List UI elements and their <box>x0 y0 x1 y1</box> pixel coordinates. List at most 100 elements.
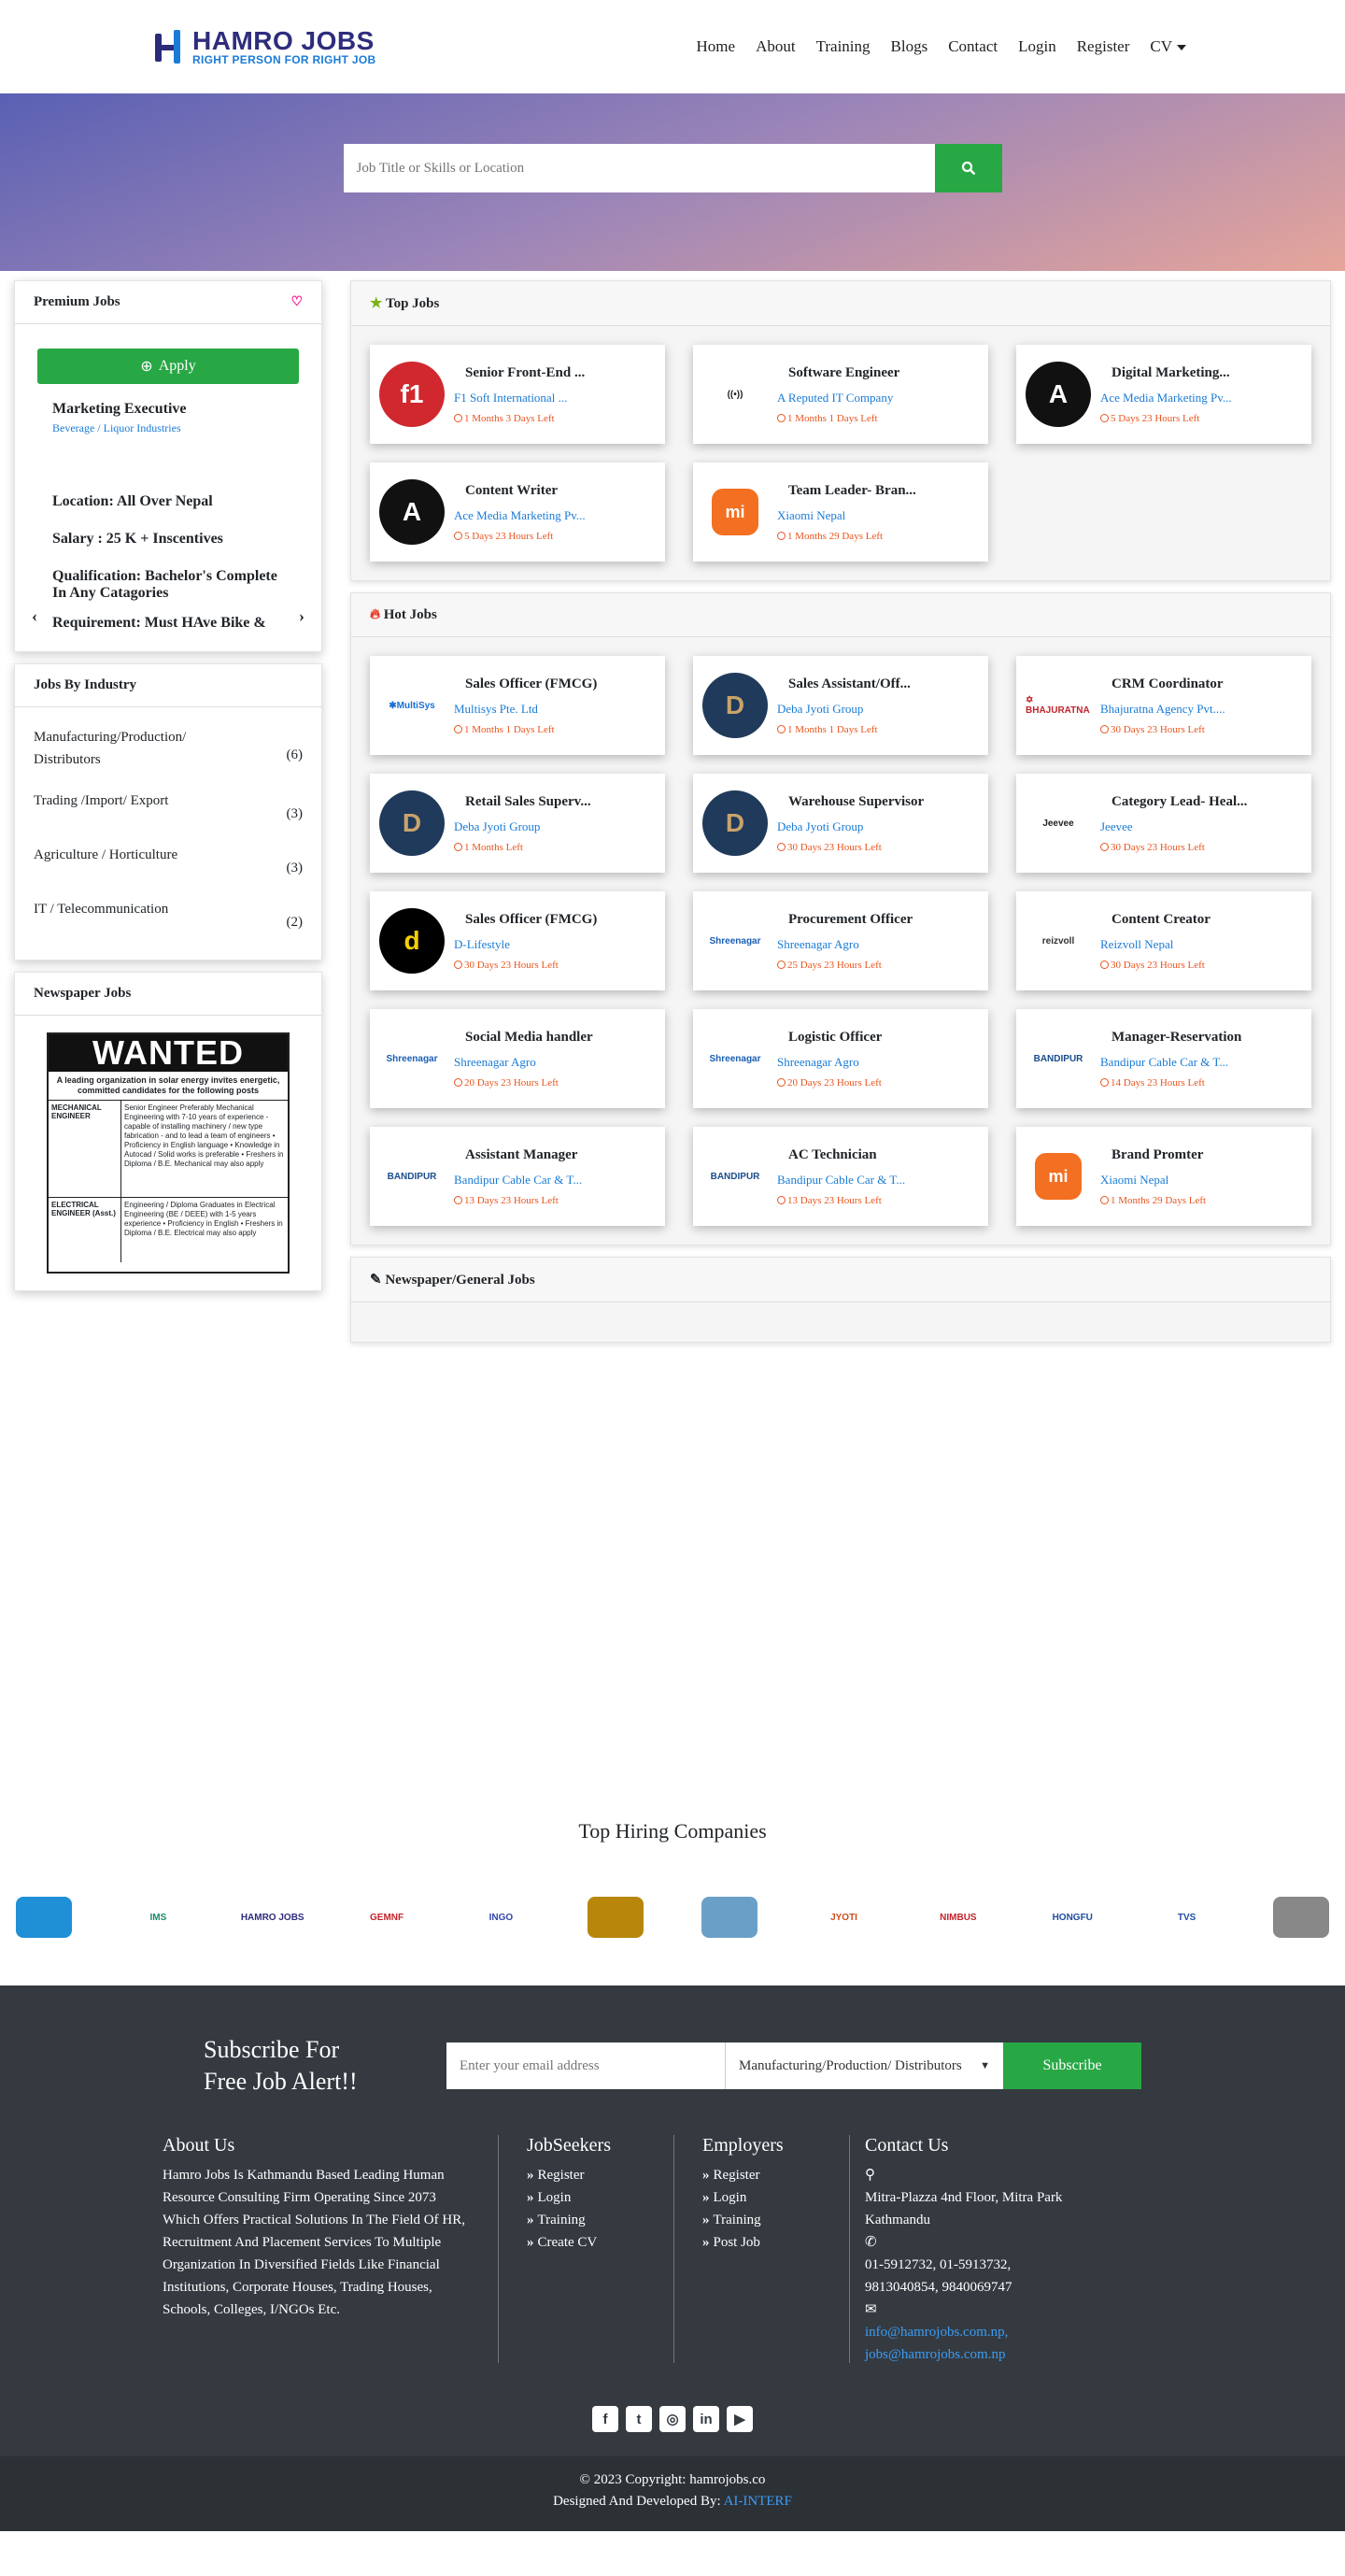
job-company[interactable]: A Reputed IT Company <box>777 391 899 406</box>
nav-training[interactable]: Training <box>816 37 871 56</box>
job-card[interactable]: ((•)) Software Engineer A Reputed IT Compa… <box>693 345 988 444</box>
job-card[interactable]: BANDIPUR Assistant Manager Bandipur Cable … <box>370 1127 665 1226</box>
subscribe-email-input[interactable] <box>446 2042 725 2089</box>
job-title[interactable]: Sales Assistant/Off... <box>777 676 911 692</box>
company-logo[interactable]: snowflake-logo <box>11 1886 77 1948</box>
job-company[interactable]: Deba Jyoti Group <box>777 702 911 717</box>
carousel-next-icon[interactable]: › <box>299 606 304 626</box>
company-logo[interactable]: lion-logo <box>583 1886 648 1948</box>
search-button[interactable] <box>934 144 1002 192</box>
industry-select[interactable]: Manufacturing/Production/ Distributors ▼ <box>725 2042 1003 2089</box>
job-title[interactable]: Procurement Officer <box>777 912 913 928</box>
job-company[interactable]: Multisys Pte. Ltd <box>454 702 597 717</box>
job-company[interactable]: Shreenagar Agro <box>454 1055 593 1070</box>
job-title[interactable]: Brand Promter <box>1100 1147 1206 1163</box>
job-card[interactable]: D Warehouse Supervisor Deba Jyoti Group 30 … <box>693 774 988 873</box>
job-title[interactable]: Category Lead- Heal... <box>1100 794 1247 810</box>
job-title[interactable]: Sales Officer (FMCG) <box>454 912 597 928</box>
job-company[interactable]: Deba Jyoti Group <box>777 819 924 834</box>
designer-link[interactable]: AI-INTERF <box>724 2494 792 2509</box>
job-card[interactable]: f1 Senior Front-End ... F1 Soft Internatio… <box>370 345 665 444</box>
job-title[interactable]: Manager-Reservation <box>1100 1030 1241 1046</box>
nav-cv-dropdown[interactable]: CV <box>1150 37 1186 56</box>
linkedin-icon[interactable]: in <box>693 2406 719 2432</box>
job-title[interactable]: Assistant Manager <box>454 1147 582 1163</box>
job-card[interactable]: A Content Writer Ace Media Marketing Pv...… <box>370 463 665 562</box>
job-card[interactable]: BANDIPUR Manager-Reservation Bandipur Cabl… <box>1016 1009 1311 1108</box>
company-logo[interactable]: GEMNF <box>354 1886 419 1948</box>
job-card[interactable]: mi Team Leader- Bran... Xiaomi Nepal 1 Mont… <box>693 463 988 562</box>
job-company[interactable]: Deba Jyoti Group <box>454 819 591 834</box>
job-company[interactable]: F1 Soft International ... <box>454 391 585 406</box>
industry-item[interactable]: Trading /Import/ Export (3) <box>34 780 303 834</box>
job-company[interactable]: Shreenagar Agro <box>777 1055 882 1070</box>
company-logo[interactable]: TVS <box>1154 1886 1220 1948</box>
industry-item[interactable]: IT / Telecommunication (2) <box>34 889 303 943</box>
facebook-icon[interactable]: f <box>592 2406 618 2432</box>
search-input[interactable] <box>343 144 935 192</box>
industry-item[interactable]: Manufacturing/Production/ Distributors (6… <box>34 717 303 780</box>
job-card[interactable]: mi Brand Promter Xiaomi Nepal 1 Months 29 D… <box>1016 1127 1311 1226</box>
job-company[interactable]: Shreenagar Agro <box>777 937 913 952</box>
job-title[interactable]: Senior Front-End ... <box>454 365 585 381</box>
job-card[interactable]: D Sales Assistant/Off... Deba Jyoti Group 1… <box>693 656 988 755</box>
footer-link-training[interactable]: » Training <box>527 2209 645 2231</box>
job-company[interactable]: Bhajuratna Agency Pvt.... <box>1100 702 1225 717</box>
job-card[interactable]: Shreenagar Social Media handler Shreenagar… <box>370 1009 665 1108</box>
job-card[interactable]: A Digital Marketing... Ace Media Marketing… <box>1016 345 1311 444</box>
job-company[interactable]: Ace Media Marketing Pv... <box>454 508 586 523</box>
job-title[interactable]: Social Media handler <box>454 1030 593 1046</box>
instagram-icon[interactable]: ◎ <box>659 2406 686 2432</box>
nav-about[interactable]: About <box>756 37 796 56</box>
job-company[interactable]: Bandipur Cable Car & T... <box>454 1173 582 1188</box>
nav-blogs[interactable]: Blogs <box>891 37 928 56</box>
job-title[interactable]: Content Writer <box>454 483 586 499</box>
nav-contact[interactable]: Contact <box>948 37 998 56</box>
footer-link-login[interactable]: » Login <box>527 2186 645 2209</box>
newspaper-ad-image[interactable]: WANTED A leading organization in solar e… <box>47 1032 290 1274</box>
job-card[interactable]: ✡ BHAJURATNA CRM Coordinator Bhajuratna Ag… <box>1016 656 1311 755</box>
footer-link-register[interactable]: » Register <box>527 2164 645 2186</box>
job-title[interactable]: Retail Sales Superv... <box>454 794 591 810</box>
company-logo[interactable]: INGO <box>468 1886 533 1948</box>
nav-login[interactable]: Login <box>1018 37 1056 56</box>
job-company[interactable]: Xiaomi Nepal <box>777 508 916 523</box>
footer-link-emp-login[interactable]: » Login <box>702 2186 821 2209</box>
company-logo[interactable]: HAMRO JOBS <box>240 1886 305 1948</box>
job-company[interactable]: Bandipur Cable Car & T... <box>1100 1055 1241 1070</box>
job-card[interactable]: Shreenagar Logistic Officer Shreenagar Agr… <box>693 1009 988 1108</box>
company-logo[interactable]: NIMBUS <box>926 1886 991 1948</box>
job-company[interactable]: Bandipur Cable Car & T... <box>777 1173 905 1188</box>
job-card[interactable]: Jeevee Category Lead- Heal... Jeevee 30 Day… <box>1016 774 1311 873</box>
company-logo[interactable]: IMS <box>125 1886 191 1948</box>
job-title[interactable]: Software Engineer <box>777 365 899 381</box>
apply-button[interactable]: ⊕ Apply <box>37 349 299 384</box>
contact-email-info[interactable]: info@hamrojobs.com.np, <box>865 2325 1008 2340</box>
job-company[interactable]: Reizvoll Nepal <box>1100 937 1210 952</box>
footer-link-emp-training[interactable]: » Training <box>702 2209 821 2231</box>
company-logo[interactable]: bird-logo <box>1268 1886 1334 1948</box>
nav-register[interactable]: Register <box>1077 37 1130 56</box>
carousel-prev-icon[interactable]: ‹ <box>32 606 37 626</box>
job-company[interactable]: Jeevee <box>1100 819 1247 834</box>
job-title[interactable]: AC Technician <box>777 1147 905 1163</box>
job-company[interactable]: Ace Media Marketing Pv... <box>1100 391 1232 406</box>
company-logo[interactable]: box-logo <box>697 1886 762 1948</box>
job-card[interactable]: d Sales Officer (FMCG) D-Lifestyle 30 Days … <box>370 891 665 990</box>
job-card[interactable]: D Retail Sales Superv... Deba Jyoti Group 1… <box>370 774 665 873</box>
job-company[interactable]: D-Lifestyle <box>454 937 597 952</box>
company-logo[interactable]: JYOTI <box>812 1886 877 1948</box>
footer-link-emp-register[interactable]: » Register <box>702 2164 821 2186</box>
job-title[interactable]: Digital Marketing... <box>1100 365 1232 381</box>
job-title[interactable]: CRM Coordinator <box>1100 676 1225 692</box>
job-card[interactable]: reizvoll Content Creator Reizvoll Nepal 30 … <box>1016 891 1311 990</box>
job-title[interactable]: Sales Officer (FMCG) <box>454 676 597 692</box>
footer-link-post-job[interactable]: » Post Job <box>702 2231 821 2254</box>
site-logo[interactable]: HAMRO JOBS RIGHT PERSON FOR RIGHT JOB <box>151 28 375 65</box>
job-card[interactable]: Shreenagar Procurement Officer Shreenagar … <box>693 891 988 990</box>
youtube-icon[interactable]: ▶ <box>727 2406 753 2432</box>
job-title[interactable]: Content Creator <box>1100 912 1210 928</box>
footer-link-create-cv[interactable]: » Create CV <box>527 2231 645 2254</box>
contact-email-jobs[interactable]: jobs@hamrojobs.com.np <box>865 2347 1005 2362</box>
job-title[interactable]: Team Leader- Bran... <box>777 483 916 499</box>
